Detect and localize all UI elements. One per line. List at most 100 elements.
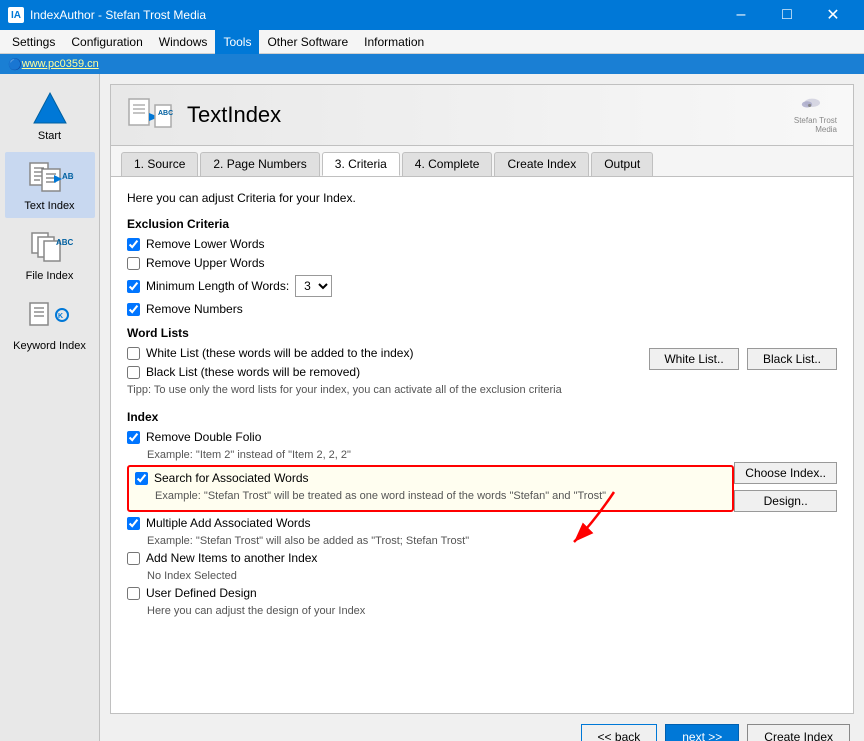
- tab-output[interactable]: Output: [591, 152, 653, 176]
- next-button[interactable]: next >>: [665, 724, 739, 741]
- multiple-add-checkbox[interactable]: [127, 517, 140, 530]
- menu-settings[interactable]: Settings: [4, 30, 63, 54]
- add-new-items-checkbox[interactable]: [127, 552, 140, 565]
- app-panel: ABC TextIndex Stefan Trost Media: [110, 84, 854, 714]
- menu-bar: Settings Configuration Windows Tools Oth…: [0, 30, 864, 54]
- remove-lower-row: Remove Lower Words: [127, 237, 837, 251]
- logo-line2: Media: [815, 125, 837, 134]
- sidebar-item-text-index[interactable]: ABC Text Index: [5, 152, 95, 218]
- min-length-checkbox[interactable]: [127, 280, 140, 293]
- panel-header-left: ABC TextIndex: [127, 95, 281, 135]
- panel-logo: Stefan Trost Media: [767, 95, 837, 135]
- index-buttons: Choose Index.. Design..: [734, 462, 837, 512]
- watermark-icon: 🔵: [8, 58, 22, 71]
- remove-double-folio-example: Example: "Item 2" instead of "Item 2, 2,…: [147, 449, 734, 461]
- exclusion-criteria-title: Exclusion Criteria: [127, 217, 837, 231]
- word-lists-checks: White List (these words will be added to…: [127, 346, 649, 400]
- keyword-index-icon: K: [25, 298, 75, 338]
- menu-other-software[interactable]: Other Software: [259, 30, 356, 54]
- tab-source[interactable]: 1. Source: [121, 152, 198, 176]
- tab-page-numbers[interactable]: 2. Page Numbers: [200, 152, 319, 176]
- word-lists-buttons: White List.. Black List..: [649, 348, 837, 370]
- window-title: IndexAuthor - Stefan Trost Media: [30, 8, 718, 22]
- white-list-button[interactable]: White List..: [649, 348, 739, 370]
- remove-double-folio-checkbox[interactable]: [127, 431, 140, 444]
- design-button[interactable]: Design..: [734, 490, 837, 512]
- search-associated-label: Search for Associated Words: [154, 471, 309, 485]
- svg-text:ABC: ABC: [158, 110, 173, 117]
- index-row: Remove Double Folio Example: "Item 2" in…: [127, 430, 837, 621]
- white-list-label: White List (these words will be added to…: [146, 346, 413, 360]
- main-layout: Start ABC Text Index: [0, 74, 864, 741]
- sidebar-keyword-index-label: Keyword Index: [13, 340, 86, 352]
- close-button[interactable]: ✕: [810, 0, 856, 30]
- white-list-checkbox[interactable]: [127, 347, 140, 360]
- minimize-button[interactable]: –: [718, 0, 764, 30]
- tipp-text: Tipp: To use only the word lists for you…: [127, 384, 649, 396]
- index-section-title: Index: [127, 410, 837, 424]
- menu-windows[interactable]: Windows: [151, 30, 216, 54]
- back-button[interactable]: << back: [581, 724, 658, 741]
- sidebar-item-start[interactable]: Start: [5, 82, 95, 148]
- text-index-icon: ABC: [25, 158, 75, 198]
- search-associated-checkbox[interactable]: [135, 472, 148, 485]
- search-associated-example: Example: "Stefan Trost" will be treated …: [155, 490, 726, 502]
- add-new-items-row: Add New Items to another Index: [127, 551, 734, 565]
- tab-create-index[interactable]: Create Index: [494, 152, 589, 176]
- choose-index-button[interactable]: Choose Index..: [734, 462, 837, 484]
- black-list-label: Black List (these words will be removed): [146, 365, 360, 379]
- black-list-row: Black List (these words will be removed): [127, 365, 649, 379]
- tab-complete[interactable]: 4. Complete: [402, 152, 493, 176]
- bottom-nav: << back next >> Create Index: [110, 714, 854, 741]
- logo-line1: Stefan Trost: [794, 116, 837, 125]
- black-list-button[interactable]: Black List..: [747, 348, 837, 370]
- exclusion-criteria-section: Exclusion Criteria Remove Lower Words Re…: [127, 217, 837, 316]
- sidebar-item-keyword-index[interactable]: K Keyword Index: [5, 292, 95, 358]
- user-defined-example: Here you can adjust the design of your I…: [147, 605, 734, 617]
- watermark-bar: 🔵 www.pc0359.cn: [0, 54, 864, 74]
- watermark-link[interactable]: www.pc0359.cn: [22, 58, 99, 70]
- remove-lower-checkbox[interactable]: [127, 238, 140, 251]
- black-list-checkbox[interactable]: [127, 366, 140, 379]
- menu-information[interactable]: Information: [356, 30, 432, 54]
- multiple-add-example: Example: "Stefan Trost" will also be add…: [147, 535, 734, 547]
- remove-numbers-row: Remove Numbers: [127, 302, 837, 316]
- create-index-button[interactable]: Create Index: [747, 724, 850, 741]
- min-length-select[interactable]: 12345: [295, 275, 332, 297]
- section-desc: Here you can adjust Criteria for your In…: [127, 191, 837, 205]
- remove-lower-label: Remove Lower Words: [146, 237, 265, 251]
- white-list-row: White List (these words will be added to…: [127, 346, 649, 360]
- sidebar-item-file-index[interactable]: ABC File Index: [5, 222, 95, 288]
- menu-configuration[interactable]: Configuration: [63, 30, 150, 54]
- search-associated-group: Search for Associated Words Example: "St…: [127, 465, 734, 512]
- sidebar-file-index-label: File Index: [26, 270, 74, 282]
- maximize-button[interactable]: □: [764, 0, 810, 30]
- user-defined-row: User Defined Design: [127, 586, 734, 600]
- multiple-add-row: Multiple Add Associated Words: [127, 516, 734, 530]
- remove-upper-checkbox[interactable]: [127, 257, 140, 270]
- user-defined-checkbox[interactable]: [127, 587, 140, 600]
- remove-numbers-checkbox[interactable]: [127, 303, 140, 316]
- add-new-items-example: No Index Selected: [147, 570, 734, 582]
- remove-upper-label: Remove Upper Words: [146, 256, 265, 270]
- remove-double-folio-group: Remove Double Folio Example: "Item 2" in…: [127, 430, 734, 461]
- remove-upper-row: Remove Upper Words: [127, 256, 837, 270]
- word-lists-title: Word Lists: [127, 326, 837, 340]
- svg-text:ABC: ABC: [62, 172, 74, 181]
- title-bar: IA IndexAuthor - Stefan Trost Media – □ …: [0, 0, 864, 30]
- sidebar: Start ABC Text Index: [0, 74, 100, 741]
- tab-criteria[interactable]: 3. Criteria: [322, 152, 400, 176]
- panel-content: Here you can adjust Criteria for your In…: [111, 177, 853, 635]
- index-checks: Remove Double Folio Example: "Item 2" in…: [127, 430, 734, 621]
- tab-bar: 1. Source 2. Page Numbers 3. Criteria 4.…: [111, 146, 853, 177]
- sidebar-start-label: Start: [38, 130, 61, 142]
- panel-header: ABC TextIndex Stefan Trost Media: [111, 85, 853, 146]
- menu-tools[interactable]: Tools: [215, 30, 259, 54]
- remove-double-folio-row: Remove Double Folio: [127, 430, 734, 444]
- window-controls: – □ ✕: [718, 0, 856, 30]
- content-area: ABC TextIndex Stefan Trost Media: [100, 74, 864, 741]
- user-defined-group: User Defined Design Here you can adjust …: [127, 586, 734, 617]
- file-index-icon: ABC: [25, 228, 75, 268]
- word-lists-section: Word Lists White List (these words will …: [127, 326, 837, 400]
- svg-text:ABC: ABC: [56, 238, 74, 247]
